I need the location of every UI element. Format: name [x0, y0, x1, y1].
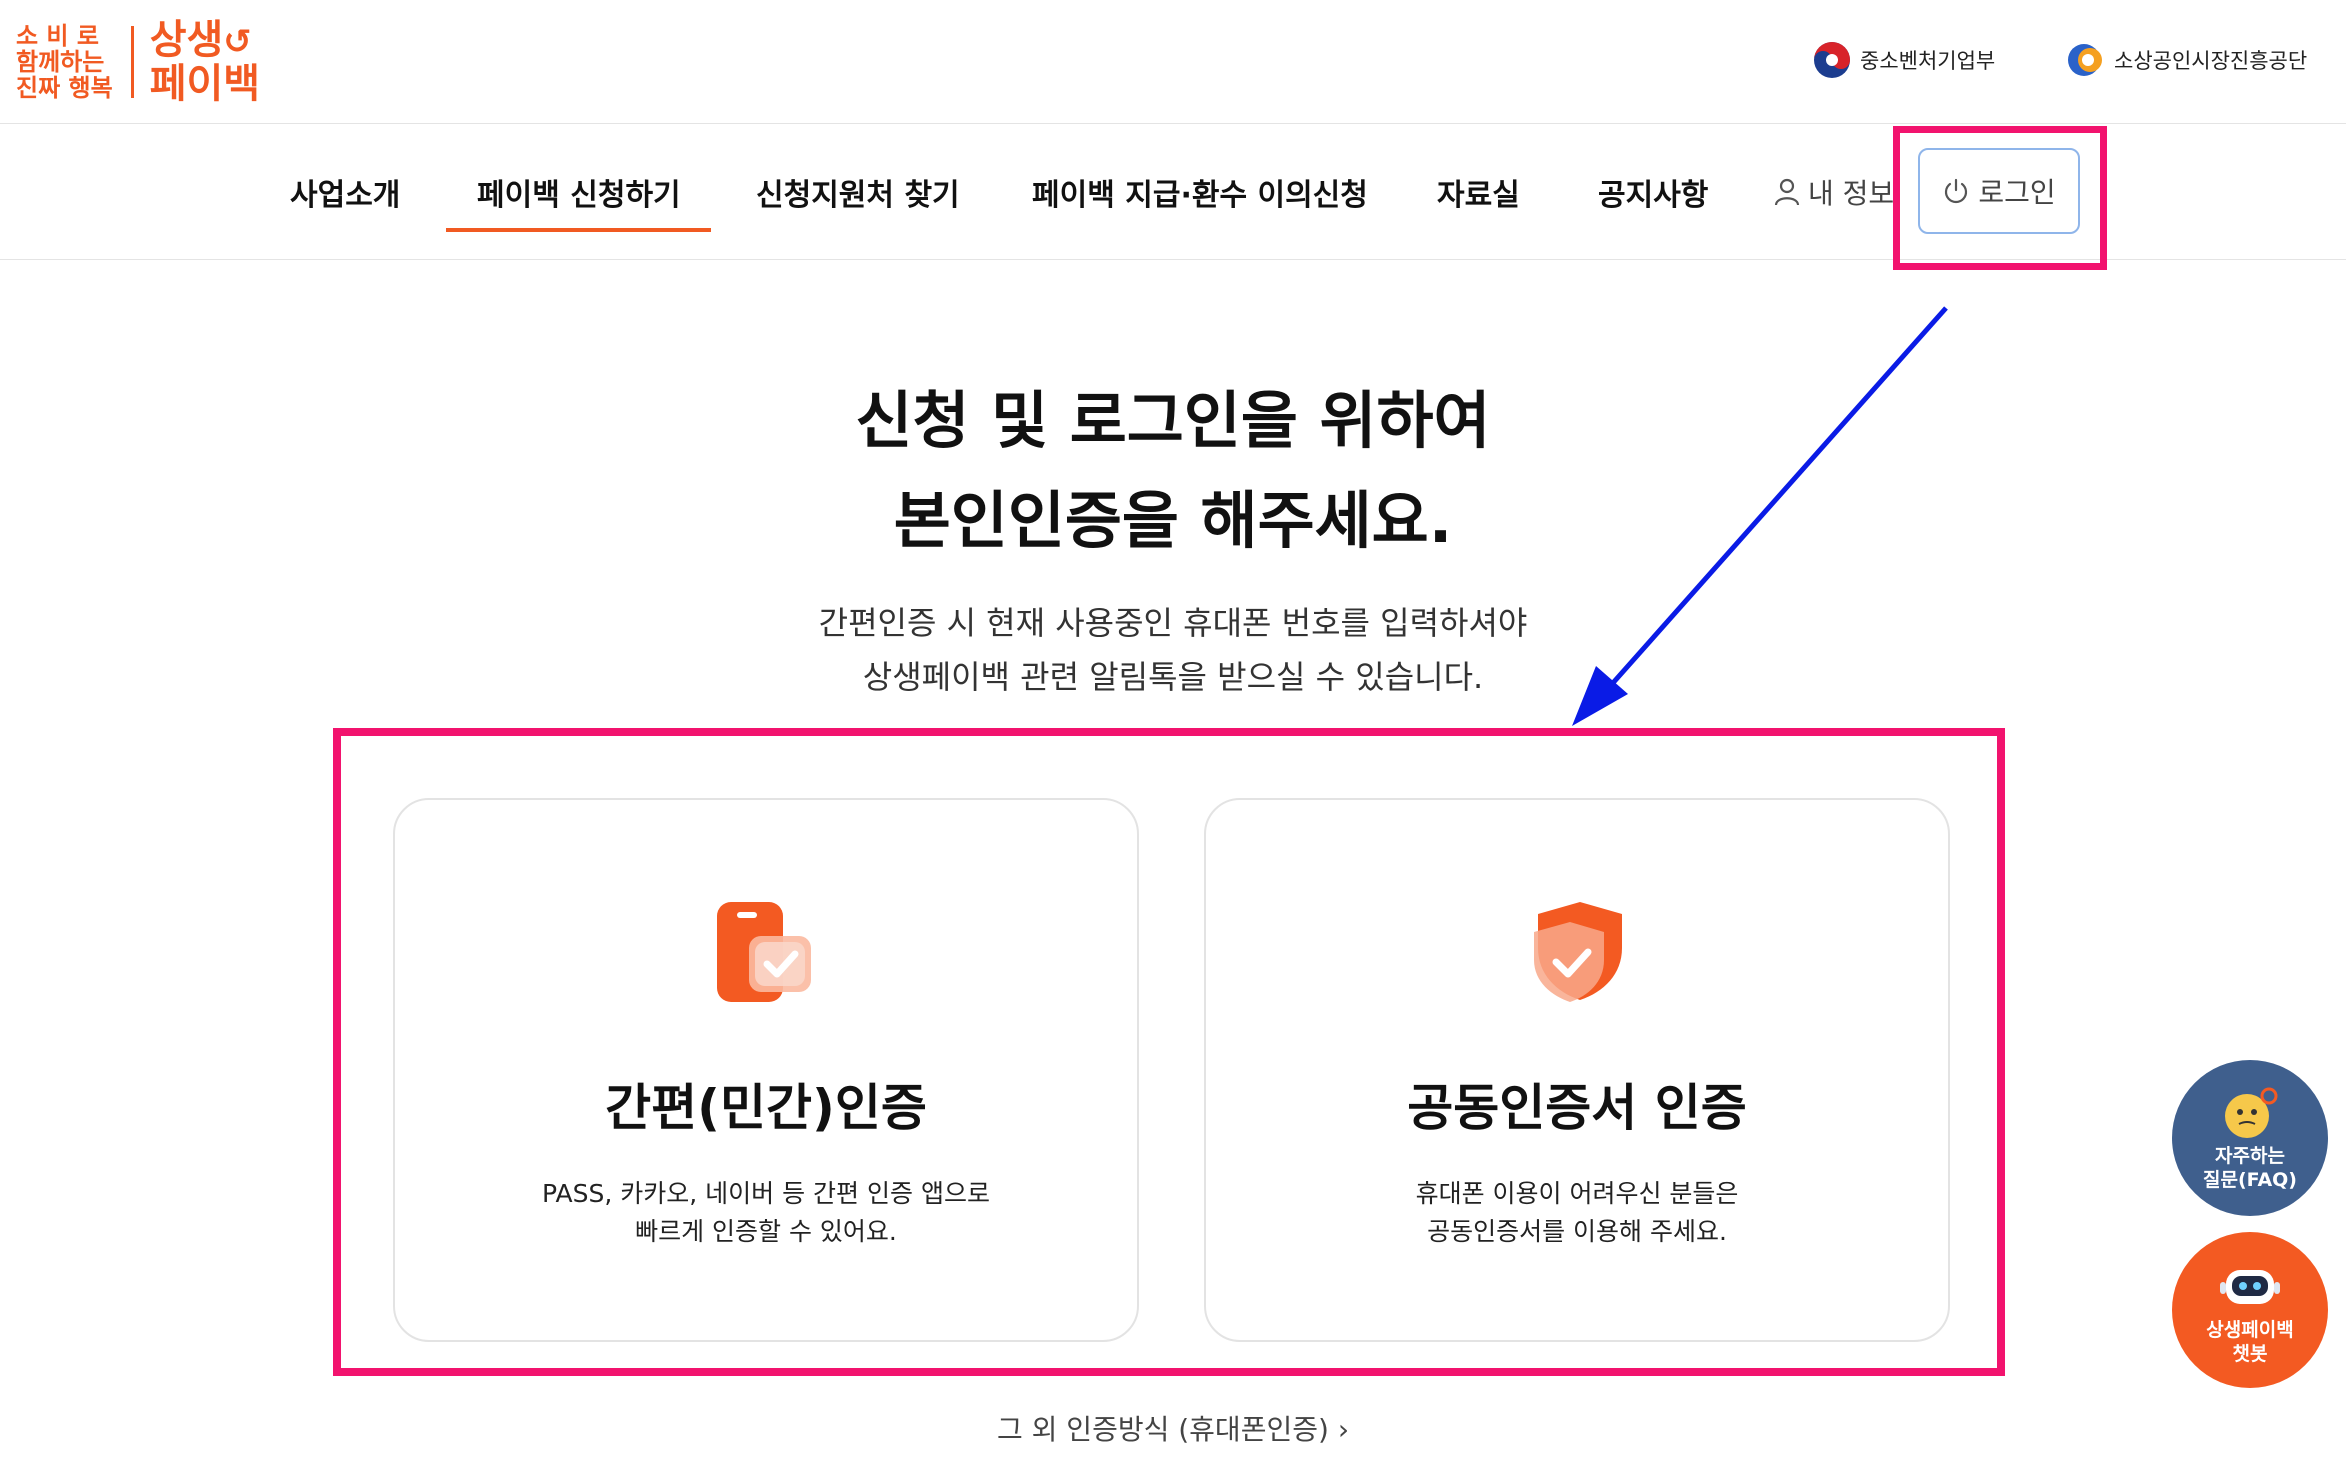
- nav-item-find-support[interactable]: 신청지원처 찾기: [756, 170, 960, 214]
- nav-item-objection[interactable]: 페이백 지급·환수 이의신청: [1032, 170, 1368, 214]
- page-subtitle-line2: 상생페이백 관련 알림톡을 받으실 수 있습니다.: [862, 658, 1484, 696]
- semas-emblem-icon: [2068, 44, 2102, 76]
- page-title-line1: 신청 및 로그인을 위하여: [855, 384, 1491, 457]
- logo-divider: [130, 26, 134, 98]
- other-auth-link[interactable]: 그 외 인증방식 (휴대폰인증) ›: [0, 1408, 2346, 1448]
- page-subtitle-line1: 간편인증 시 현재 사용중인 휴대폰 번호를 입력하셔야: [818, 604, 1528, 642]
- site-logo[interactable]: 소 비 로 함께하는 진짜 행복 상생↺ 페이백: [16, 17, 261, 107]
- cards-highlight-box: [333, 728, 2005, 1376]
- logo-wordmark: 상생↺ 페이백: [149, 17, 261, 107]
- nav-item-notice[interactable]: 공지사항: [1598, 170, 1708, 214]
- nav-item-about[interactable]: 사업소개: [290, 170, 400, 214]
- robot-icon: [2220, 1270, 2280, 1304]
- top-header: 소 비 로 함께하는 진짜 행복 상생↺ 페이백 중소벤처기업부 소상공인시장진…: [0, 0, 2346, 124]
- chatbot-button[interactable]: 상생페이백 챗봇: [2172, 1232, 2328, 1388]
- partner-semas[interactable]: 소상공인시장진흥공단: [2066, 36, 2307, 84]
- page-title-line2: 본인인증을 해주세요.: [893, 484, 1453, 557]
- chevron-right-icon: ›: [1337, 1413, 1350, 1446]
- nav-item-resources[interactable]: 자료실: [1437, 170, 1520, 214]
- return-arrow-icon: ↺: [223, 22, 252, 62]
- taegeuk-emblem-icon: [1814, 42, 1850, 78]
- user-icon: [1774, 178, 1800, 206]
- partner-mss[interactable]: 중소벤처기업부: [1812, 36, 1995, 84]
- faq-button[interactable]: 자주하는 질문(FAQ): [2172, 1060, 2328, 1216]
- my-info-link[interactable]: 내 정보: [1774, 172, 1894, 212]
- nav-item-apply[interactable]: 페이백 신청하기: [477, 170, 681, 214]
- active-tab-indicator: [446, 228, 711, 232]
- login-highlight-box: [1893, 126, 2107, 270]
- logo-slogan: 소 비 로 함께하는 진짜 행복: [16, 22, 113, 102]
- thinking-face-icon: [2225, 1087, 2278, 1138]
